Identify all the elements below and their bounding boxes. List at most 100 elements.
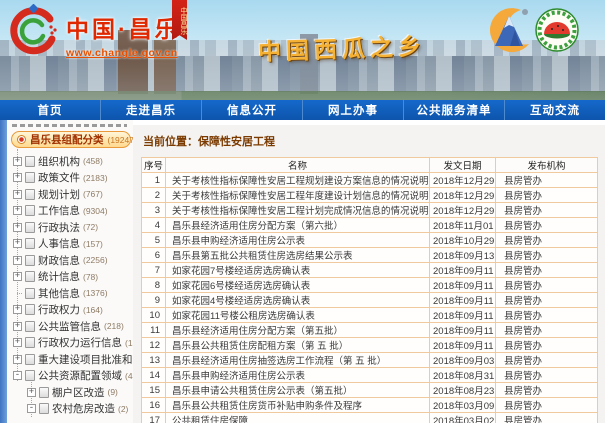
sidebar-item-shantytown-renovation[interactable]: + 棚户区改造 (9) [7,384,133,401]
nav-item[interactable]: 互动交流 [505,100,605,120]
sidebar-item-count: (78) [83,272,98,282]
sidebar-item-public-resources[interactable]: - 公共资源配置领域 (432) [7,368,133,385]
sidebar-root-category[interactable]: 昌乐县组配分类 (19247) [11,131,131,148]
nav-item[interactable]: 网上办事 [303,100,404,120]
document-link[interactable]: 昌乐县公共租赁住房货币补贴申购条件及程序 [166,398,430,413]
row-number: 8 [142,278,166,293]
document-link[interactable]: 关于考核性指标保障性安居工程计划完成情况信息的情况说明 [166,203,430,218]
sidebar-item-label: 重大建设项目批准和实施 [38,352,133,367]
table-row[interactable]: 13 昌乐县经济适用住房抽签选房工作流程（第 五 批） 2018年09月03日 … [142,353,598,368]
table-row[interactable]: 2 关于考核性指标保障性安居工程年度建设计划信息的情况说明 2018年12月29… [142,188,598,203]
nav-item[interactable]: 信息公开 [202,100,303,120]
expand-toggle-icon[interactable]: + [13,256,22,265]
collapse-toggle-icon[interactable]: - [27,404,36,413]
sidebar-item-count: (164) [83,305,103,315]
publish-org: 县房管办 [496,383,598,398]
expand-toggle-icon[interactable]: + [27,388,36,397]
sidebar-item-power-operation[interactable]: + 行政权力运行信息 (152) [7,335,133,352]
publish-date: 2018年11月01日 [430,218,496,233]
expand-toggle-icon[interactable]: + [13,338,22,347]
document-link[interactable]: 昌乐县经济适用住房分配方案（第五批） [166,323,430,338]
folder-icon [25,337,35,348]
expand-toggle-icon[interactable]: + [13,190,22,199]
table-row[interactable]: 7 如家花园7号楼经适房选房确认表 2018年09月11日 县房管办 [142,263,598,278]
table-row[interactable]: 1 关于考核性指标保障性安居工程规划建设方案信息的情况说明 2018年12月29… [142,173,598,188]
nav-item[interactable]: 首页 [0,100,101,120]
sidebar-item-major-projects[interactable]: + 重大建设项目批准和实施 [7,351,133,368]
collapse-toggle-icon[interactable]: - [13,371,22,380]
expand-toggle-icon[interactable]: + [13,272,22,281]
sidebar-item-admin-power[interactable]: + 行政权力 (164) [7,302,133,319]
site-logo-icon[interactable] [6,4,60,58]
row-number: 14 [142,368,166,383]
sidebar-item-rural-housing-renovation[interactable]: - 农村危房改造 (2) [7,401,133,418]
sidebar-item-count: (2) [118,404,128,414]
document-link[interactable]: 昌乐县公共租赁住房配租方案（第 五 批） [166,338,430,353]
document-link[interactable]: 昌乐县经济适用住房分配方案（第六批） [166,218,430,233]
document-link[interactable]: 如家花园11号楼公租房选房确认表 [166,308,430,323]
table-row[interactable]: 14 昌乐县申购经济适用住房公示表 2018年08月31日 县房管办 [142,368,598,383]
table-row[interactable]: 6 昌乐县第五批公共租赁住房选房结果公示表 2018年09月13日 县房管办 [142,248,598,263]
site-url[interactable]: www.changle.gov.cn [66,47,181,59]
site-title: 中国·昌乐 [66,10,181,44]
expand-toggle-icon[interactable]: + [13,305,22,314]
sidebar-item-other-info[interactable]: 其他信息 (1376) [7,285,133,302]
page-body: 昌乐县组配分类 (19247) + 组织机构 (458) + 政策文件 (218… [0,120,605,423]
document-link[interactable]: 公共租赁住房保障 [166,413,430,423]
row-number: 7 [142,263,166,278]
publish-date: 2018年09月11日 [430,278,496,293]
sidebar-item-organization[interactable]: + 组织机构 (458) [7,153,133,170]
table-row[interactable]: 5 昌乐县申购经济适用住房公示表 2018年10月29日 县房管办 [142,233,598,248]
publish-date: 2018年09月13日 [430,248,496,263]
expand-toggle-icon[interactable]: + [13,157,22,166]
sidebar-item-label: 规划计划 [38,187,80,202]
document-link[interactable]: 昌乐县申购经济适用住房公示表 [166,368,430,383]
publish-org: 县房管办 [496,233,598,248]
expand-toggle-icon[interactable]: + [13,173,22,182]
table-row[interactable]: 9 如家花园4号楼经适房选房确认表 2018年09月11日 县房管办 [142,293,598,308]
table-row[interactable]: 17 公共租赁住房保障 2018年03月02日 县房管办 [142,413,598,423]
sidebar-item-statistics[interactable]: + 统计信息 (78) [7,269,133,286]
sidebar-item-work-info[interactable]: + 工作信息 (9304) [7,203,133,220]
document-link[interactable]: 昌乐县第五批公共租赁住房选房结果公示表 [166,248,430,263]
table-row[interactable]: 10 如家花园11号楼公租房选房确认表 2018年09月11日 县房管办 [142,308,598,323]
document-link[interactable]: 如家花园7号楼经适房选房确认表 [166,263,430,278]
table-row[interactable]: 3 关于考核性指标保障性安居工程计划完成情况信息的情况说明 2018年12月29… [142,203,598,218]
document-link[interactable]: 昌乐县经济适用住房抽签选房工作流程（第 五 批） [166,353,430,368]
row-number: 12 [142,338,166,353]
expand-toggle-icon[interactable]: + [13,322,22,331]
document-link[interactable]: 如家花园6号楼经适房选房确认表 [166,278,430,293]
publish-org: 县房管办 [496,263,598,278]
folder-icon [25,172,35,183]
row-number: 4 [142,218,166,233]
main-content: 当前位置：保障性安居工程 序号 名称 发文日期 发布机构 [133,125,605,423]
document-link[interactable]: 如家花园4号楼经适房选房确认表 [166,293,430,308]
nav-item[interactable]: 公共服务清单 [404,100,505,120]
document-link[interactable]: 关于考核性指标保障性安居工程规划建设方案信息的情况说明 [166,173,430,188]
table-row[interactable]: 4 昌乐县经济适用住房分配方案（第六批） 2018年11月01日 县房管办 [142,218,598,233]
table-row[interactable]: 16 昌乐县公共租赁住房货币补贴申购条件及程序 2018年03月09日 县房管办 [142,398,598,413]
sidebar-item-policy-files[interactable]: + 政策文件 (2183) [7,170,133,187]
sidebar-item-public-supervision[interactable]: + 公共监管信息 (218) [7,318,133,335]
expand-toggle-icon[interactable]: + [13,206,22,215]
sidebar-item-personnel[interactable]: + 人事信息 (157) [7,236,133,253]
table-row[interactable]: 8 如家花园6号楼经适房选房确认表 2018年09月11日 县房管办 [142,278,598,293]
document-link[interactable]: 昌乐县申购经济适用住房公示表 [166,233,430,248]
sidebar-item-label: 财政信息 [38,253,80,268]
document-link[interactable]: 昌乐县申请公共租赁住房公示表（第五批） [166,383,430,398]
sidebar-category-panel: 昌乐县组配分类 (19247) + 组织机构 (458) + 政策文件 (218… [7,120,133,423]
sidebar-item-planning[interactable]: + 规划计划 (767) [7,186,133,203]
expand-toggle-icon[interactable]: + [13,223,22,232]
publish-org: 县房管办 [496,293,598,308]
table-row[interactable]: 12 昌乐县公共租赁住房配租方案（第 五 批） 2018年09月11日 县房管办 [142,338,598,353]
publish-date: 2018年12月29日 [430,203,496,218]
document-link[interactable]: 关于考核性指标保障性安居工程年度建设计划信息的情况说明 [166,188,430,203]
expand-toggle-icon[interactable]: + [13,355,22,364]
publish-date: 2018年03月09日 [430,398,496,413]
sidebar-item-law-enforcement[interactable]: + 行政执法 (72) [7,219,133,236]
table-row[interactable]: 15 昌乐县申请公共租赁住房公示表（第五批） 2018年08月23日 县房管办 [142,383,598,398]
expand-toggle-icon[interactable]: + [13,239,22,248]
sidebar-item-finance[interactable]: + 财政信息 (2256) [7,252,133,269]
nav-item[interactable]: 走进昌乐 [101,100,202,120]
table-row[interactable]: 11 昌乐县经济适用住房分配方案（第五批） 2018年09月11日 县房管办 [142,323,598,338]
